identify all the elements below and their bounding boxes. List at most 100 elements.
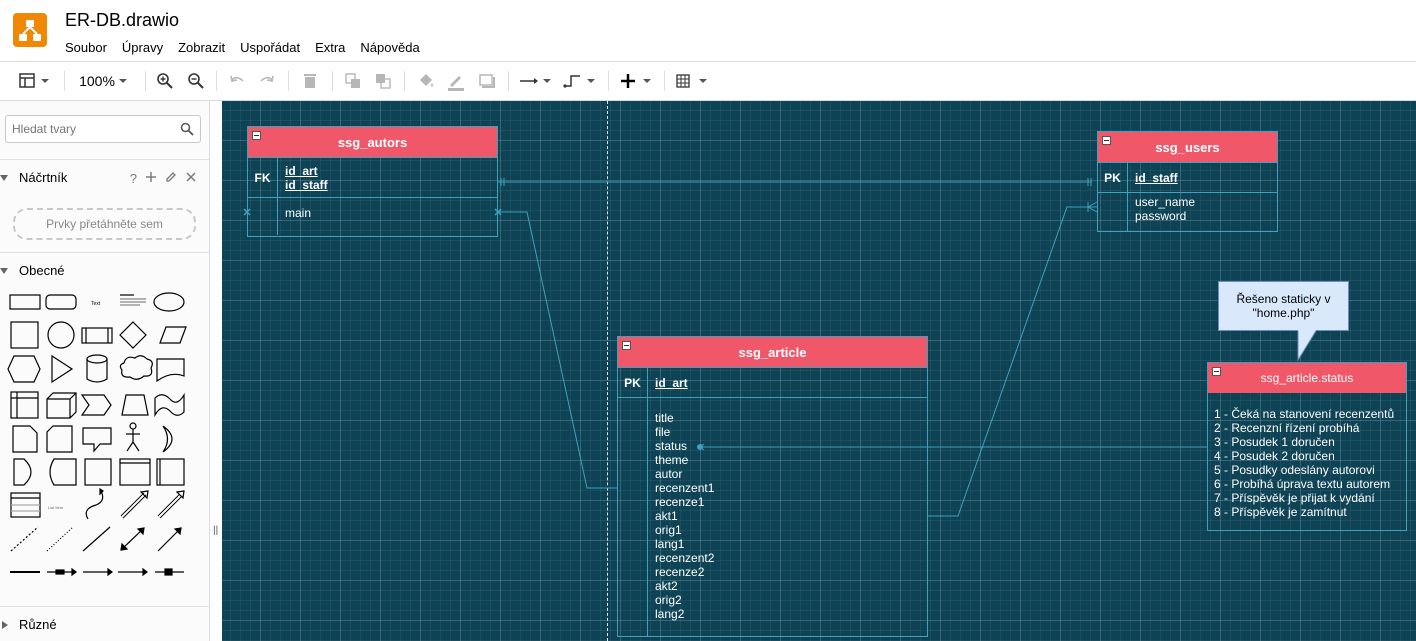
zoom-level: 100% [79,73,115,89]
status-item: 3 - Posudek 1 doručen [1214,435,1335,449]
field-name: orig2 [655,593,682,607]
scratchpad-tools: ? [130,171,197,186]
shape-search-box[interactable] [5,115,201,143]
menu-extras[interactable]: Extra [315,40,345,55]
trapezoid-shape [121,394,149,416]
key-cell [618,398,648,636]
field-name: recenze1 [655,495,705,509]
document-title[interactable]: ER-DB.drawio [65,10,179,31]
misc-shapes-header[interactable]: Různé [0,606,209,641]
menu-file[interactable]: Soubor [65,40,107,55]
table-header[interactable]: ssg_article [618,337,927,367]
note-line: Řešeno staticky v [1236,292,1331,306]
menu-help[interactable]: Nápověda [360,40,419,55]
parallelogram-shape [159,326,187,344]
to-front-icon[interactable] [343,70,363,92]
waypoints-icon[interactable] [562,70,598,92]
shadow-icon[interactable] [476,70,498,92]
general-shapes-palette[interactable]: Text List Item [0,291,209,601]
relation-autors-article-connector [497,211,618,489]
field-name: recenze2 [655,565,705,579]
scratchpad-drop-zone[interactable]: Prvky přetáhněte sem [13,208,196,240]
table-ssg-article[interactable]: ssg_article PK id_art title file status … [617,336,928,637]
field-name: file [655,425,671,439]
rectangle-shape [9,294,41,310]
triangle-shape [51,354,74,384]
menu-view[interactable]: Zobrazit [178,40,225,55]
rounded-rect-shape [45,294,77,310]
status-item: 4 - Posudek 2 doručen [1214,449,1335,463]
search-icon[interactable] [180,122,194,136]
internal-storage-shape [10,391,39,419]
field-name: autor [655,467,683,481]
table-header[interactable]: ssg_article.status [1208,363,1406,393]
field-name: main [285,206,312,220]
field-row[interactable]: main [248,197,497,235]
line-color-icon[interactable] [445,70,467,92]
table-ssg-users[interactable]: ssg_users PK id_staff user_name password [1097,131,1278,232]
field-row[interactable]: user_name password [1098,192,1277,232]
add-icon[interactable] [145,171,157,183]
zoom-in-icon[interactable] [155,70,175,92]
field-name: recenzent1 [655,481,715,495]
field-name: id_art [655,376,688,390]
scratchpad-help-button[interactable]: ? [130,171,137,186]
directional-connector-shape [157,528,181,552]
menu-edit[interactable]: Úpravy [122,40,163,55]
key-type: FK [248,158,278,197]
collapse-icon[interactable] [622,341,631,350]
zoom-out-icon[interactable] [186,70,206,92]
field-name: title [655,411,674,425]
collapse-icon[interactable] [252,131,261,140]
collapse-icon[interactable] [1212,367,1221,376]
table-ssg-autors[interactable]: ssg_autors FK id_art id_staff main [247,126,498,237]
field-row[interactable]: title file status theme autor recenzent1… [618,397,927,636]
collapse-icon[interactable] [1102,136,1111,145]
menu-bar: Soubor Úpravy Zobrazit Uspořádat Extra N… [65,40,435,55]
key-row[interactable]: PK id_art [618,367,927,397]
table-header[interactable]: ssg_autors [248,127,497,157]
status-item: 2 - Recenzní řízení probíhá [1214,421,1360,435]
zoom-dropdown[interactable]: 100% [76,70,132,92]
frame-shape [156,458,185,486]
insert-icon[interactable] [618,70,654,92]
scratchpad-label: Náčrtník [19,170,68,185]
expanded-triangle-icon [0,267,8,274]
hexagon-shape [7,355,41,383]
table-header[interactable]: ssg_users [1098,132,1277,162]
delete-icon[interactable] [300,70,320,92]
diagram-canvas[interactable]: ssg_autors FK id_art id_staff main ssg_u… [222,101,1416,641]
table-icon[interactable] [674,70,710,92]
close-icon[interactable] [185,171,197,183]
redo-icon[interactable] [257,70,277,92]
status-item: 8 - Příspěvěk je zamítnut [1214,505,1347,519]
ellipse-shape [153,292,185,312]
key-row[interactable]: PK id_staff [1098,162,1277,192]
callout-note[interactable]: Řešeno staticky v "home.php" [1218,281,1349,331]
menu-arrange[interactable]: Uspořádat [240,40,300,55]
key-type: PK [618,368,648,397]
tape-shape [154,392,185,418]
field-name: orig1 [655,523,682,537]
fill-color-icon[interactable] [415,70,437,92]
view-panels-button[interactable] [18,70,52,92]
status-list[interactable]: 1 - Čeká na stanovení recenzentů 2 - Rec… [1208,393,1406,519]
field-name: id_staff [1135,171,1178,185]
undo-icon[interactable] [227,70,247,92]
field-name: password [1135,209,1187,223]
table-ssg-article-status[interactable]: ssg_article.status 1 - Čeká na stanovení… [1207,362,1407,531]
document-shape [156,358,185,383]
to-back-icon[interactable] [373,70,393,92]
general-shapes-label: Obecné [19,263,65,278]
general-shapes-header[interactable]: Obecné [0,252,209,288]
table-name: ssg_autors [337,134,408,150]
connection-style-icon[interactable] [518,70,554,92]
key-row[interactable]: FK id_art id_staff [248,157,497,197]
drawio-logo-icon[interactable] [13,13,47,47]
table-name: ssg_users [1155,139,1220,155]
sidebar-splitter[interactable]: || [213,525,218,536]
shape-search-input[interactable] [12,122,172,136]
and-shape [13,458,32,486]
edit-icon[interactable] [165,171,177,183]
field-name: user_name [1135,195,1196,209]
